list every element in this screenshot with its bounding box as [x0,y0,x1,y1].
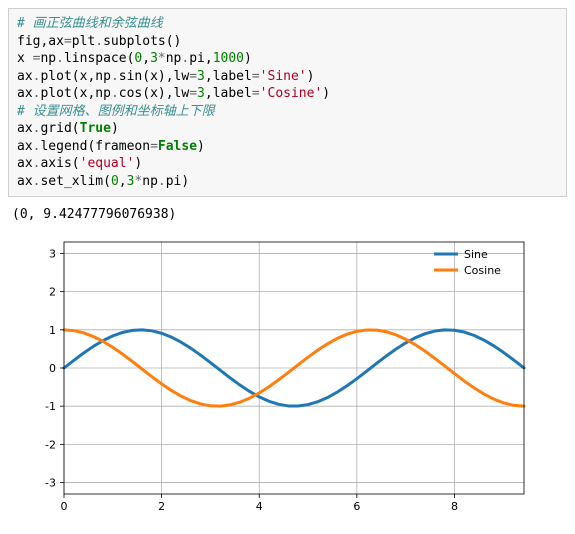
svg-text:1: 1 [49,324,56,337]
svg-text:4: 4 [256,500,263,513]
code-comment: # 设置网格、图例和坐标轴上下限 [17,104,215,119]
svg-text:2: 2 [49,286,56,299]
svg-text:0: 0 [61,500,68,513]
output-text: (0, 9.42477796076938) [8,197,567,228]
svg-text:Cosine: Cosine [464,264,501,277]
svg-text:3: 3 [49,248,56,261]
svg-text:2: 2 [158,500,165,513]
code-comment: # 画正弦曲线和余弦曲线 [17,16,163,31]
chart-svg: 0 2 4 6 8 -3 -2 -1 0 1 2 3 Sine Cosine [16,232,536,522]
svg-text:6: 6 [353,500,360,513]
chart: 0 2 4 6 8 -3 -2 -1 0 1 2 3 Sine Cosine [8,228,567,526]
svg-text:8: 8 [451,500,458,513]
svg-text:0: 0 [49,362,56,375]
svg-text:Sine: Sine [464,248,488,261]
code-cell: # 画正弦曲线和余弦曲线 fig,ax=plt.subplots() x =np… [8,8,567,197]
svg-text:-3: -3 [45,477,56,490]
svg-text:-2: -2 [45,439,56,452]
svg-text:-1: -1 [45,401,56,414]
